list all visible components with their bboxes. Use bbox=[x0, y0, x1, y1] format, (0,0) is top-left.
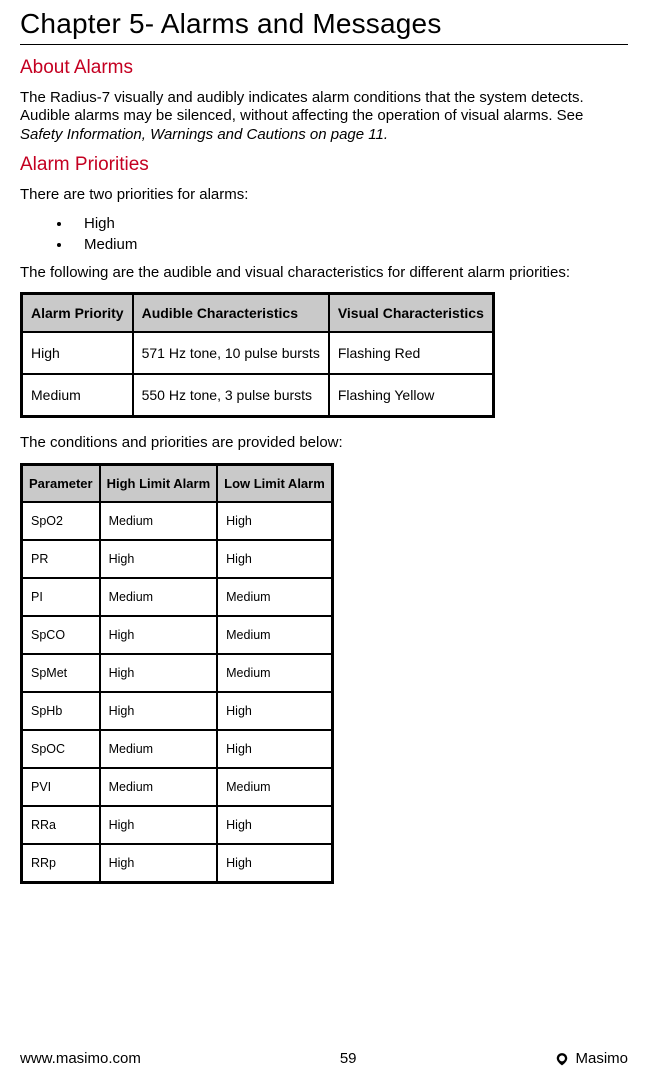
td: SpO2 bbox=[23, 503, 99, 539]
td: Medium bbox=[23, 375, 132, 415]
td: High bbox=[218, 807, 331, 843]
about-text: The Radius-7 visually and audibly indica… bbox=[20, 89, 584, 124]
table-row: SpCOHighMedium bbox=[23, 617, 331, 653]
th-low-limit: Low Limit Alarm bbox=[218, 466, 331, 501]
td: High bbox=[101, 845, 217, 881]
table-row: SpO2MediumHigh bbox=[23, 503, 331, 539]
td: High bbox=[101, 617, 217, 653]
td: High bbox=[218, 503, 331, 539]
td: Medium bbox=[101, 731, 217, 767]
td: Medium bbox=[218, 617, 331, 653]
th-alarm-priority: Alarm Priority bbox=[23, 295, 132, 331]
page-number: 59 bbox=[340, 1050, 357, 1067]
masimo-logo-icon bbox=[555, 1052, 569, 1066]
title-rule bbox=[20, 44, 628, 45]
td: Flashing Red bbox=[330, 333, 492, 373]
table-row: PRHighHigh bbox=[23, 541, 331, 577]
td: RRa bbox=[23, 807, 99, 843]
td: Medium bbox=[101, 769, 217, 805]
td: SpCO bbox=[23, 617, 99, 653]
page-footer: www.masimo.com 59 Masimo bbox=[20, 1050, 628, 1067]
td: SpOC bbox=[23, 731, 99, 767]
section-priorities-heading: Alarm Priorities bbox=[20, 154, 628, 176]
list-item: High bbox=[72, 214, 628, 235]
td: PVI bbox=[23, 769, 99, 805]
about-text-italic: Safety Information, Warnings and Caution… bbox=[20, 126, 388, 143]
footer-brand: Masimo bbox=[555, 1050, 628, 1067]
td: High bbox=[101, 693, 217, 729]
td: 550 Hz tone, 3 pulse bursts bbox=[134, 375, 328, 415]
td: High bbox=[101, 655, 217, 691]
conditions-intro: The conditions and priorities are provid… bbox=[20, 434, 628, 452]
priorities-followup: The following are the audible and visual… bbox=[20, 264, 628, 282]
td: Medium bbox=[101, 579, 217, 615]
table-row: Alarm Priority Audible Characteristics V… bbox=[23, 295, 492, 331]
td: SpHb bbox=[23, 693, 99, 729]
table-row: High 571 Hz tone, 10 pulse bursts Flashi… bbox=[23, 333, 492, 373]
priorities-list: High Medium bbox=[20, 214, 628, 256]
table-row: Medium 550 Hz tone, 3 pulse bursts Flash… bbox=[23, 375, 492, 415]
td: High bbox=[23, 333, 132, 373]
td: High bbox=[218, 693, 331, 729]
th-audible: Audible Characteristics bbox=[134, 295, 328, 331]
table-row: SpHbHighHigh bbox=[23, 693, 331, 729]
list-item: Medium bbox=[72, 235, 628, 256]
parameter-priority-table: Parameter High Limit Alarm Low Limit Ala… bbox=[20, 463, 334, 884]
footer-url: www.masimo.com bbox=[20, 1050, 141, 1067]
td: SpMet bbox=[23, 655, 99, 691]
table-row: SpMetHighMedium bbox=[23, 655, 331, 691]
td: High bbox=[101, 541, 217, 577]
alarm-characteristics-table: Alarm Priority Audible Characteristics V… bbox=[20, 292, 495, 418]
td: Medium bbox=[218, 579, 331, 615]
td: PI bbox=[23, 579, 99, 615]
td: High bbox=[101, 807, 217, 843]
about-paragraph: The Radius-7 visually and audibly indica… bbox=[20, 89, 628, 144]
td: Flashing Yellow bbox=[330, 375, 492, 415]
table-row: SpOCMediumHigh bbox=[23, 731, 331, 767]
table-row: Parameter High Limit Alarm Low Limit Ala… bbox=[23, 466, 331, 501]
table-row: RRaHighHigh bbox=[23, 807, 331, 843]
td: RRp bbox=[23, 845, 99, 881]
td: Medium bbox=[101, 503, 217, 539]
priorities-intro: There are two priorities for alarms: bbox=[20, 186, 628, 204]
th-visual: Visual Characteristics bbox=[330, 295, 492, 331]
td: 571 Hz tone, 10 pulse bursts bbox=[134, 333, 328, 373]
th-high-limit: High Limit Alarm bbox=[101, 466, 217, 501]
table-row: PIMediumMedium bbox=[23, 579, 331, 615]
chapter-title: Chapter 5- Alarms and Messages bbox=[20, 8, 628, 40]
section-about-heading: About Alarms bbox=[20, 57, 628, 79]
td: Medium bbox=[218, 655, 331, 691]
td: High bbox=[218, 845, 331, 881]
table-row: PVIMediumMedium bbox=[23, 769, 331, 805]
td: Medium bbox=[218, 769, 331, 805]
td: High bbox=[218, 731, 331, 767]
td: PR bbox=[23, 541, 99, 577]
th-parameter: Parameter bbox=[23, 466, 99, 501]
footer-brand-text: Masimo bbox=[575, 1050, 628, 1067]
table-row: RRpHighHigh bbox=[23, 845, 331, 881]
td: High bbox=[218, 541, 331, 577]
